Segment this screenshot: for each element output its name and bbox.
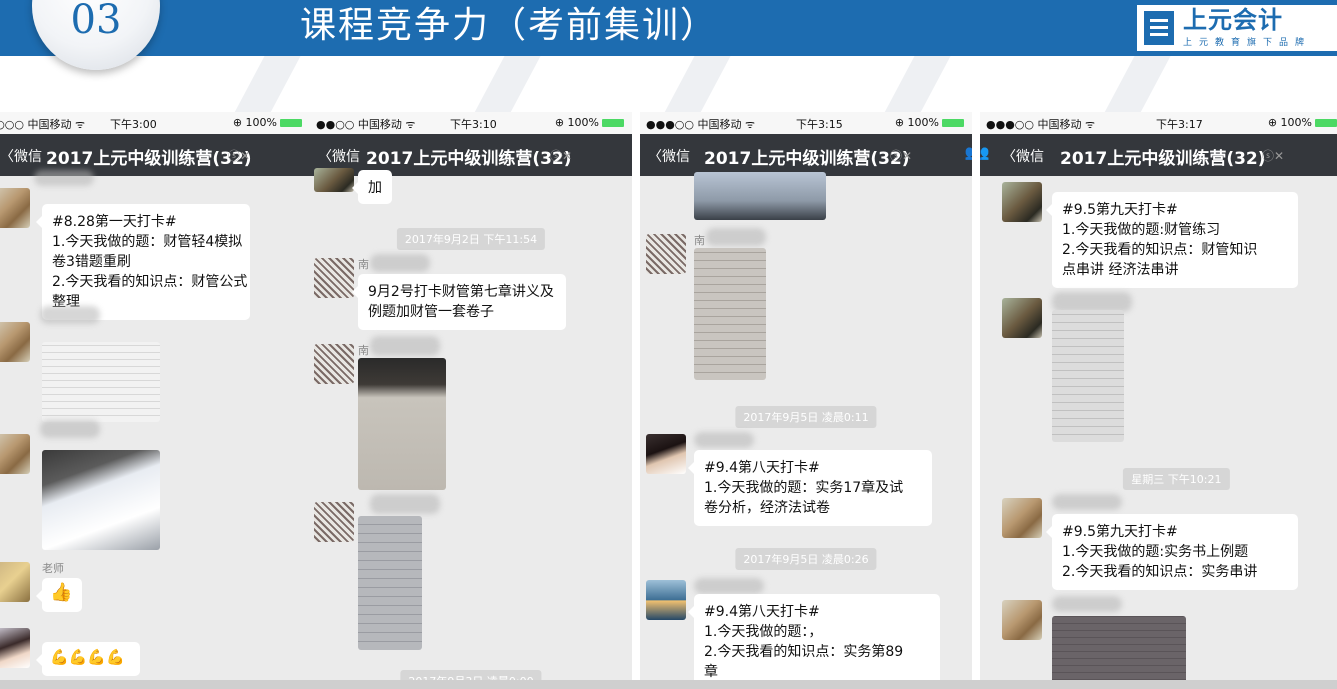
chat-area[interactable]: 加 2017年9月2日 下午11:54 南 9月2号打卡财管第七章讲义及 例题加… — [310, 168, 632, 689]
chat-title: 2017上元中级训练营(32) — [46, 149, 252, 169]
message-bubble[interactable]: 👍 — [36, 578, 82, 612]
logo-text: 上元会计 — [1183, 6, 1283, 34]
back-button[interactable]: 〈微信 — [1002, 146, 1044, 166]
carrier-signal: ●●○○○ 中国移动 ᯤ — [0, 118, 86, 131]
chat-title: 2017上元中级训练营(32) — [704, 149, 910, 169]
status-time: 下午3:17 — [1156, 118, 1203, 131]
sender-name: 南 — [358, 258, 369, 271]
thumbs-up-icon: 👍 — [50, 582, 73, 603]
carrier-signal: ●●●○○ 中国移动 ᯤ — [646, 118, 756, 131]
message-bubble[interactable]: 💪💪💪💪 — [36, 642, 140, 676]
message-photo[interactable] — [42, 342, 160, 422]
mute-icon: ⓢ✕ — [550, 149, 573, 163]
back-button[interactable]: 〈微信 — [318, 146, 360, 166]
status-time: 下午3:00 — [110, 118, 157, 131]
chat-area[interactable]: 南 2017年9月5日 凌晨0:11 #9.4第八天打卡# 1.今天我做的题：实… — [640, 172, 972, 689]
back-button[interactable]: 〈微信 — [0, 146, 42, 166]
chat-title: 2017上元中级训练营(32) — [1060, 149, 1266, 169]
avatar[interactable] — [0, 628, 30, 668]
message-bubble[interactable]: #9.5第九天打卡# 1.今天我做的题:财管练习 2.今天我看的知识点：财管知识… — [1046, 192, 1298, 288]
carrier-signal: ●●○○ 中国移动 ᯤ — [316, 118, 416, 131]
sender-name: 老师 — [42, 562, 64, 575]
message-bubble[interactable]: #8.28第一天打卡# 1.今天我做的题：财管轻4模拟 卷3错题重刷 2.今天我… — [36, 204, 250, 320]
sender-name: 南 — [358, 344, 369, 357]
chat-navbar: 👥 〈微信 2017上元中级训练营(32) ⓢ✕ — [980, 134, 1337, 176]
avatar[interactable] — [0, 188, 30, 228]
avatar[interactable] — [1002, 182, 1042, 222]
book-icon — [1144, 11, 1174, 45]
phone-screenshot-3: ●●●○○ 中国移动 ᯤ 下午3:15 ⊕ 100% 〈微信 2017上元中级训… — [640, 112, 972, 689]
slide-header: 课程竞争力（考前集训） 上元会计 上元教育旗下品牌 — [0, 0, 1337, 56]
bottom-strip — [0, 680, 1337, 689]
chat-navbar: 〈微信 2017上元中级训练营(32) ⓢ✕ 👥 — [640, 134, 972, 176]
mute-icon: ⓢ✕ — [1262, 149, 1285, 163]
back-button[interactable]: 〈微信 — [648, 146, 690, 166]
message-photo[interactable] — [694, 248, 766, 380]
avatar[interactable] — [0, 434, 30, 474]
message-photo[interactable] — [358, 358, 446, 490]
chat-area[interactable]: #9.5第九天打卡# 1.今天我做的题:财管练习 2.今天我看的知识点：财管知识… — [980, 176, 1337, 689]
avatar[interactable] — [314, 258, 354, 298]
avatar[interactable] — [314, 502, 354, 542]
avatar[interactable] — [646, 434, 686, 474]
timestamp: 星期三 下午10:21 — [1123, 468, 1230, 490]
message-bubble[interactable]: #9.4第八天打卡# 1.今天我做的题：， 2.今天我看的知识点：实务第89 章 — [688, 594, 940, 689]
avatar[interactable] — [0, 562, 30, 602]
status-bar: ●●●○○ 中国移动 ᯤ 下午3:15 ⊕ 100% — [640, 112, 972, 134]
message-photo[interactable] — [42, 450, 160, 550]
message-photo[interactable] — [1052, 310, 1124, 442]
status-time: 下午3:10 — [450, 118, 497, 131]
phone-screenshot-1: ●●○○○ 中国移动 ᯤ 下午3:00 ⊕ 100% 〈微信 2017上元中级训… — [0, 112, 310, 689]
battery-status: ⊕ 100% — [895, 116, 964, 129]
avatar[interactable] — [1002, 498, 1042, 538]
group-members-icon[interactable]: 👥 — [980, 145, 989, 161]
mute-icon: ⓢ✕ — [228, 149, 251, 163]
muscle-emoji: 💪💪💪💪 — [50, 648, 125, 666]
battery-status: ⊕ 100% — [1268, 116, 1337, 129]
message-bubble[interactable]: #9.4第八天打卡# 1.今天我做的题：实务17章及试 卷分析，经济法试卷 — [688, 450, 932, 526]
group-members-icon[interactable]: 👥 — [965, 145, 972, 161]
message-photo[interactable] — [358, 516, 422, 650]
status-time: 下午3:15 — [796, 118, 843, 131]
avatar[interactable] — [0, 322, 30, 362]
message-photo[interactable] — [694, 172, 826, 220]
avatar[interactable] — [646, 234, 686, 274]
section-number: 03 — [70, 0, 122, 43]
timestamp: 2017年9月5日 凌晨0:26 — [735, 548, 877, 570]
slide-title: 课程竞争力（考前集训） — [300, 5, 719, 46]
mute-icon: ⓢ✕ — [890, 149, 913, 163]
avatar[interactable] — [314, 344, 354, 384]
brand-logo: 上元会计 上元教育旗下品牌 — [1137, 5, 1337, 51]
message-bubble[interactable]: 加 — [352, 170, 392, 204]
chat-area[interactable]: #8.28第一天打卡# 1.今天我做的题：财管轻4模拟 卷3错题重刷 2.今天我… — [0, 170, 310, 689]
carrier-signal: ●●●○○ 中国移动 ᯤ — [986, 118, 1096, 131]
avatar[interactable] — [1002, 600, 1042, 640]
sender-name: 南 — [694, 234, 705, 247]
battery-status: ⊕ 100% — [233, 116, 302, 129]
timestamp: 2017年9月2日 下午11:54 — [396, 228, 546, 250]
status-bar: ●●●○○ 中国移动 ᯤ 下午3:17 ⊕ 100% — [980, 112, 1337, 134]
phone-screenshot-2: ●●○○ 中国移动 ᯤ 下午3:10 ⊕ 100% 👥 〈微信 2017上元中级… — [310, 112, 632, 689]
message-bubble[interactable]: 9月2号打卡财管第七章讲义及 例题加财管一套卷子 — [352, 274, 566, 330]
status-bar: ●●○○○ 中国移动 ᯤ 下午3:00 ⊕ 100% — [0, 112, 310, 134]
message-bubble[interactable]: #9.5第九天打卡# 1.今天我做的题:实务书上例题 2.今天我看的知识点：实务… — [1046, 514, 1298, 590]
battery-status: ⊕ 100% — [555, 116, 624, 129]
phone-screenshot-4: ●●●○○ 中国移动 ᯤ 下午3:17 ⊕ 100% 👥 〈微信 2017上元中… — [980, 112, 1337, 689]
logo-subtitle: 上元教育旗下品牌 — [1183, 38, 1312, 48]
background-watermark — [0, 56, 1337, 116]
message-photo[interactable] — [1052, 616, 1186, 686]
timestamp: 2017年9月5日 凌晨0:11 — [735, 406, 877, 428]
status-bar: ●●○○ 中国移动 ᯤ 下午3:10 ⊕ 100% — [310, 112, 632, 134]
avatar[interactable] — [314, 168, 354, 192]
avatar[interactable] — [1002, 298, 1042, 338]
chat-title: 2017上元中级训练营(32) — [366, 149, 572, 169]
avatar[interactable] — [646, 580, 686, 620]
chat-navbar: 👥 〈微信 2017上元中级训练营(32) ⓢ✕ — [310, 134, 632, 176]
